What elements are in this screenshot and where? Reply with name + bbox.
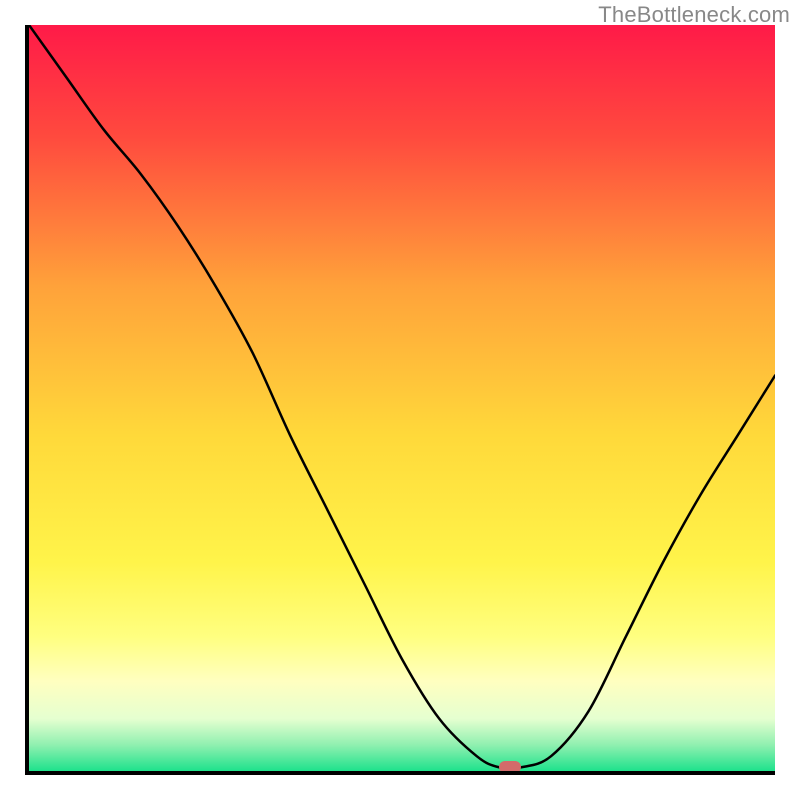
watermark-text: TheBottleneck.com — [598, 2, 790, 28]
gradient-background — [29, 25, 775, 771]
y-axis-line — [25, 25, 29, 775]
plot-area — [29, 25, 775, 771]
chart-container: TheBottleneck.com — [0, 0, 800, 800]
x-axis-line — [25, 771, 775, 775]
